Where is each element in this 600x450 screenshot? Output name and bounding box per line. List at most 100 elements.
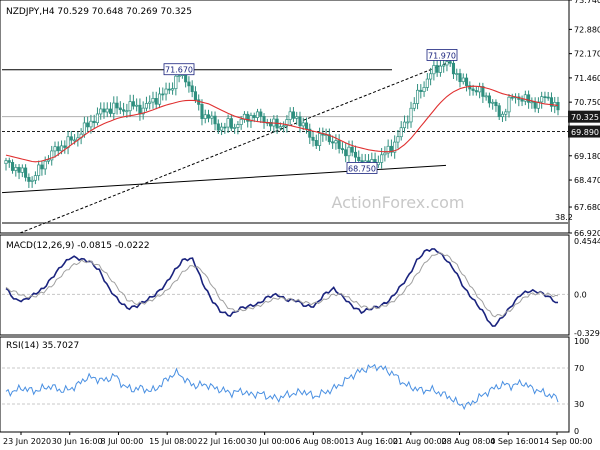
candle-body [500, 113, 505, 117]
candle-body [43, 160, 47, 170]
candle-body [491, 101, 495, 104]
candle-body [33, 175, 37, 181]
price-tag-label: 70.325 [571, 113, 599, 122]
candle-body [252, 115, 256, 118]
x-tick-label: 30 Jul 00:00 [247, 437, 295, 446]
candle-body [455, 73, 459, 75]
candle-body [66, 136, 70, 148]
price-annotation-label: 71.970 [428, 51, 456, 60]
candle-body [291, 111, 295, 119]
candle-body [206, 114, 211, 119]
price-annotation-label: 68.750 [348, 164, 376, 173]
candle-body [484, 95, 488, 98]
price-annotation-label: 71.670 [165, 66, 193, 75]
candle-body [546, 96, 550, 99]
y-tick-label: 72.170 [574, 50, 600, 59]
candle-body [318, 133, 322, 146]
y-tick-label: 68.470 [574, 176, 600, 185]
candle-body [399, 127, 403, 138]
candle-body [118, 107, 122, 111]
candle-body [128, 101, 132, 112]
candle-body [494, 101, 498, 107]
candle-body [288, 111, 292, 120]
candle-body [402, 121, 407, 129]
candle-body [278, 126, 282, 129]
candle-body [125, 110, 129, 113]
macd-title: MACD(12,26,9) -0.0815 -0.0222 [6, 241, 150, 251]
candle-body [239, 119, 243, 125]
rsi-y-tick-label: 0 [574, 427, 579, 436]
candle-body [311, 136, 315, 141]
rsi-panel-border [0, 336, 570, 433]
candle-body [30, 179, 34, 182]
candle-body [533, 101, 537, 109]
candle-body [432, 65, 436, 75]
y-tick-label: 67.680 [574, 203, 600, 212]
candle-body [99, 108, 103, 115]
price-title: NZDJPY,H4 70.529 70.648 70.269 70.325 [6, 7, 192, 17]
candle-body [438, 65, 442, 73]
candle-body [115, 102, 119, 109]
y-tick-label: 72.880 [574, 25, 600, 34]
candle-body [419, 89, 423, 92]
candle-body [46, 159, 51, 162]
rsi-y-tick-label: 30 [574, 400, 584, 409]
candle-body [282, 125, 286, 128]
candle-body [340, 148, 344, 151]
x-tick-label: 22 Jul 16:00 [198, 437, 246, 446]
candle-body [233, 127, 237, 129]
rsi-y-tick-label: 70 [574, 364, 584, 373]
candle-body [510, 96, 514, 99]
candle-body [220, 126, 224, 131]
candle-body [520, 99, 524, 102]
rsi-panel [0, 336, 570, 433]
price-tag-label: 69.890 [571, 128, 599, 137]
candle-body [193, 91, 197, 101]
candle-body [108, 108, 113, 114]
candle-body [144, 103, 148, 109]
x-tick-label: 28 Aug 08:00 [442, 437, 496, 446]
candle-body [442, 64, 446, 67]
candle-body [435, 65, 439, 73]
candle-body [7, 160, 11, 163]
candle-body [213, 115, 217, 125]
candle-body [229, 118, 233, 129]
y-tick-label: 73.740 [574, 0, 600, 5]
candle-body [471, 88, 475, 91]
candle-body [458, 73, 462, 83]
candle-body [148, 101, 152, 104]
candle-body [451, 62, 456, 75]
candle-body [112, 102, 116, 114]
candle-body [353, 151, 358, 158]
candle-body [380, 154, 384, 163]
candle-body [164, 88, 168, 95]
macd-y-tick-label: 0.0 [574, 290, 587, 299]
candle-body [295, 116, 299, 119]
candle-body [255, 111, 260, 118]
candle-body [4, 160, 8, 164]
candle-body [157, 93, 162, 105]
candle-body [461, 77, 465, 83]
fib-38-label: 38.2 [555, 213, 573, 222]
candle-body [350, 146, 354, 153]
candle-body [487, 95, 491, 104]
candle-body [37, 164, 41, 176]
candle-body [138, 104, 142, 115]
candle-body [63, 145, 67, 148]
candle-body [10, 162, 15, 171]
candle-body [448, 61, 452, 64]
candle-body [95, 113, 100, 124]
candle-body [262, 116, 266, 123]
candle-body [530, 101, 534, 104]
candle-body [200, 104, 204, 119]
candle-body [425, 78, 429, 88]
candle-body [396, 136, 400, 143]
x-tick-label: 21 Aug 00:00 [393, 437, 447, 446]
x-tick-label: 4 Sep 16:00 [490, 437, 538, 446]
candle-body [226, 118, 230, 128]
candle-body [543, 96, 547, 99]
candle-body [314, 140, 318, 146]
candle-body [556, 102, 560, 111]
candle-body [301, 122, 305, 127]
candle-body [17, 167, 21, 173]
